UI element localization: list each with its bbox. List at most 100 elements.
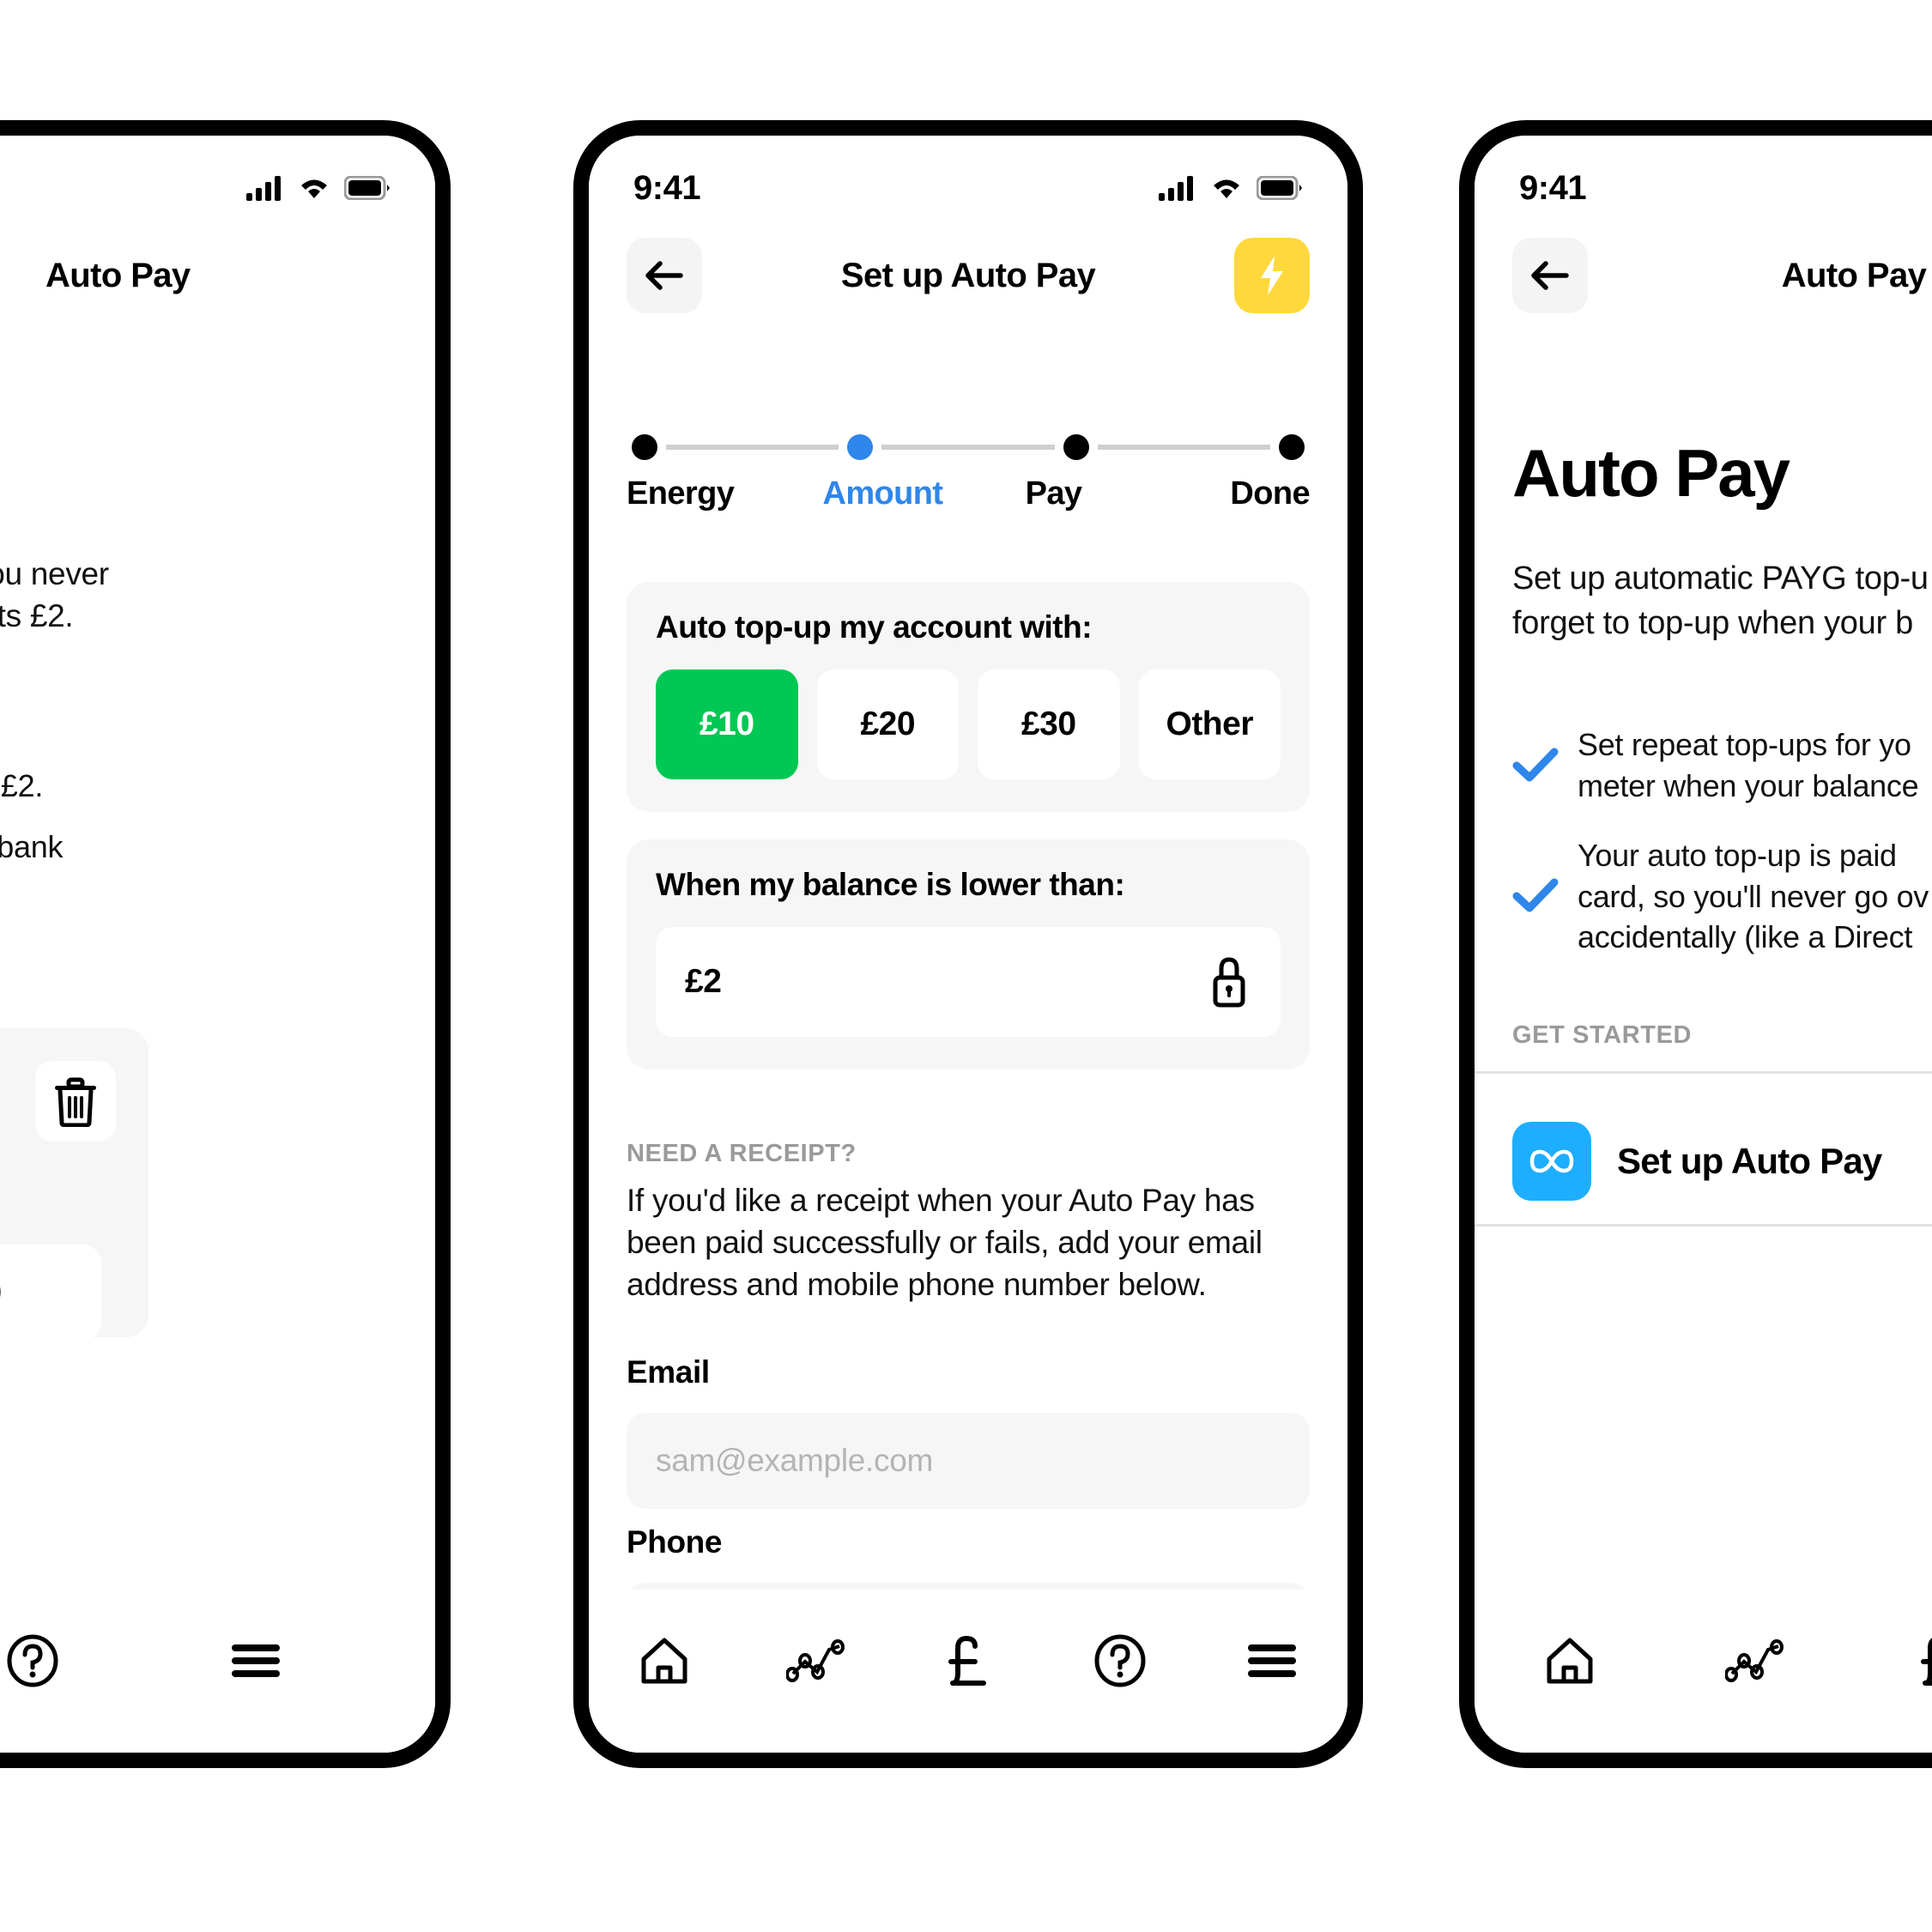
menu-icon (230, 1642, 282, 1680)
phone-label: Phone (627, 1524, 723, 1560)
appbar-right: Auto Pay (1475, 228, 1932, 323)
step-label-done[interactable]: Done (1139, 475, 1310, 512)
bullet-item: p-ups for your PAYG your balance reaches… (0, 724, 63, 806)
benefit-list: Set repeat top-ups for yo meter when you… (1512, 724, 1932, 987)
cellular-signal-icon (246, 175, 284, 201)
infinity-icon-tile (1512, 1122, 1591, 1201)
topup-amount-card: Auto top-up my account with: £10 £20 £30… (627, 582, 1310, 812)
tab-bar-middle (589, 1590, 1348, 1753)
benefit-text: Set repeat top-ups for yo meter when you… (1578, 727, 1919, 803)
step-dot-pay[interactable] (1063, 434, 1089, 460)
amount-option-20[interactable]: £20 (816, 669, 959, 779)
tab-home[interactable] (617, 1622, 712, 1699)
battery-icon (1257, 176, 1303, 200)
tab-bar-left (0, 1590, 435, 1753)
help-circle-icon (6, 1634, 59, 1687)
step-label-amount[interactable]: Amount (797, 475, 968, 512)
bullet-list-left: p-ups for your PAYG your balance reaches… (0, 724, 63, 978)
bullet-item: o-up is paid with your bank ll never go … (0, 827, 63, 949)
lightning-bolt-icon (1257, 254, 1287, 297)
benefit-item: Your auto top-up is paid card, so you'll… (1512, 835, 1932, 958)
phone-middle: 9:41 Set up Auto Pay Energy Amount Pay D… (573, 120, 1363, 1768)
lock-icon (1207, 955, 1251, 1008)
tab-usage[interactable] (1708, 1622, 1802, 1699)
email-input[interactable]: sam@example.com (627, 1413, 1310, 1509)
bullet-text: p-ups for your PAYG your balance reaches… (0, 767, 44, 803)
status-time-middle: 9:41 (633, 168, 701, 207)
status-time-right: 9:41 (1519, 168, 1587, 207)
tab-usage[interactable] (769, 1622, 863, 1699)
amount-options: £10 £20 £30 Other (656, 669, 1281, 779)
benefit-item: Set repeat top-ups for yo meter when you… (1512, 724, 1932, 806)
screen-middle: 9:41 Set up Auto Pay Energy Amount Pay D… (589, 136, 1348, 1753)
energy-boost-button[interactable] (1234, 238, 1310, 313)
list-divider-bottom (1475, 1224, 1932, 1226)
tab-menu[interactable] (1225, 1622, 1319, 1699)
balance-threshold-card: When my balance is lower than: £2 (627, 839, 1310, 1069)
tab-menu[interactable] (209, 1622, 303, 1699)
step-dot-done[interactable] (1278, 434, 1305, 460)
infinity-icon (1528, 1148, 1576, 1175)
tab-home[interactable] (1523, 1622, 1617, 1699)
status-bar-middle: 9:41 (589, 136, 1348, 221)
menu-icon (1246, 1642, 1298, 1680)
step-line-1 (666, 445, 839, 450)
trash-icon (51, 1075, 100, 1127)
wifi-icon (1208, 175, 1245, 201)
stepper-labels: Energy Amount Pay Done (627, 475, 1311, 512)
step-label-pay[interactable]: Pay (968, 475, 1139, 512)
amount-option-other[interactable]: Other (1138, 669, 1281, 779)
credit-limit-value[interactable]: £2.00 (0, 1245, 101, 1341)
screen-left: Auto Pay c PAYG top-ups so you never whe… (0, 136, 435, 1753)
email-label: Email (627, 1354, 710, 1390)
credit-limit-label: Credit limit (0, 1183, 148, 1220)
home-icon (1545, 1637, 1595, 1685)
back-button[interactable] (1512, 238, 1588, 313)
phone-right: 9:41 Auto Pay Auto Pay Set up automatic … (1459, 120, 1932, 1768)
tab-help[interactable] (0, 1622, 80, 1699)
get-started-kicker: GET STARTED (1512, 1021, 1693, 1049)
back-arrow-icon (1529, 258, 1572, 293)
step-dot-energy[interactable] (632, 434, 657, 460)
back-button[interactable] (627, 238, 702, 313)
status-bar-left (0, 136, 435, 221)
stepper-track (627, 434, 1310, 460)
amount-option-10[interactable]: £10 (656, 669, 798, 779)
step-line-3 (1097, 445, 1270, 450)
battery-icon (344, 176, 391, 200)
page-title-left: Auto Pay (45, 256, 191, 294)
usage-graph-icon (1725, 1639, 1785, 1682)
heading-auto-pay: Auto Pay (1512, 435, 1790, 511)
usage-graph-icon (786, 1639, 846, 1682)
tab-help[interactable] (1073, 1622, 1167, 1699)
check-icon (1512, 747, 1562, 784)
receipt-copy: If you'd like a receipt when your Auto P… (627, 1183, 1263, 1303)
screenshot-canvas: Auto Pay c PAYG top-ups so you never whe… (0, 0, 1932, 1932)
list-divider-top (1475, 1071, 1932, 1074)
list-item-label: Set up Auto Pay (1617, 1141, 1882, 1181)
balance-threshold-title: When my balance is lower than: (656, 867, 1125, 902)
pound-icon (1918, 1634, 1932, 1687)
credit-limit-card: Credit limit £2.00 (0, 1028, 148, 1341)
step-dot-amount[interactable] (847, 434, 874, 460)
amount-option-30[interactable]: £30 (978, 669, 1120, 779)
screen-right: 9:41 Auto Pay Auto Pay Set up automatic … (1475, 136, 1932, 1753)
tab-payments[interactable] (921, 1622, 1015, 1699)
home-icon (639, 1637, 689, 1685)
delete-button[interactable] (35, 1061, 116, 1142)
tab-payments[interactable] (1893, 1622, 1932, 1699)
wifi-icon (296, 175, 332, 201)
receipt-kicker: NEED A RECEIPT? (627, 1140, 857, 1167)
step-line-2 (881, 445, 1055, 450)
list-item-set-up-auto-pay[interactable]: Set up Auto Pay (1512, 1099, 1932, 1224)
tab-bar-right (1475, 1590, 1932, 1753)
bullet-text: o-up is paid with your bank ll never go … (0, 829, 64, 865)
pound-icon (946, 1634, 990, 1687)
step-label-energy[interactable]: Energy (627, 475, 797, 512)
back-arrow-icon (643, 258, 686, 293)
page-title-right: Auto Pay (1781, 256, 1927, 294)
balance-threshold-field[interactable]: £2 (656, 927, 1281, 1037)
status-bar-right: 9:41 (1475, 136, 1932, 221)
status-icons-left (246, 175, 391, 201)
appbar-middle: Set up Auto Pay (589, 228, 1348, 323)
